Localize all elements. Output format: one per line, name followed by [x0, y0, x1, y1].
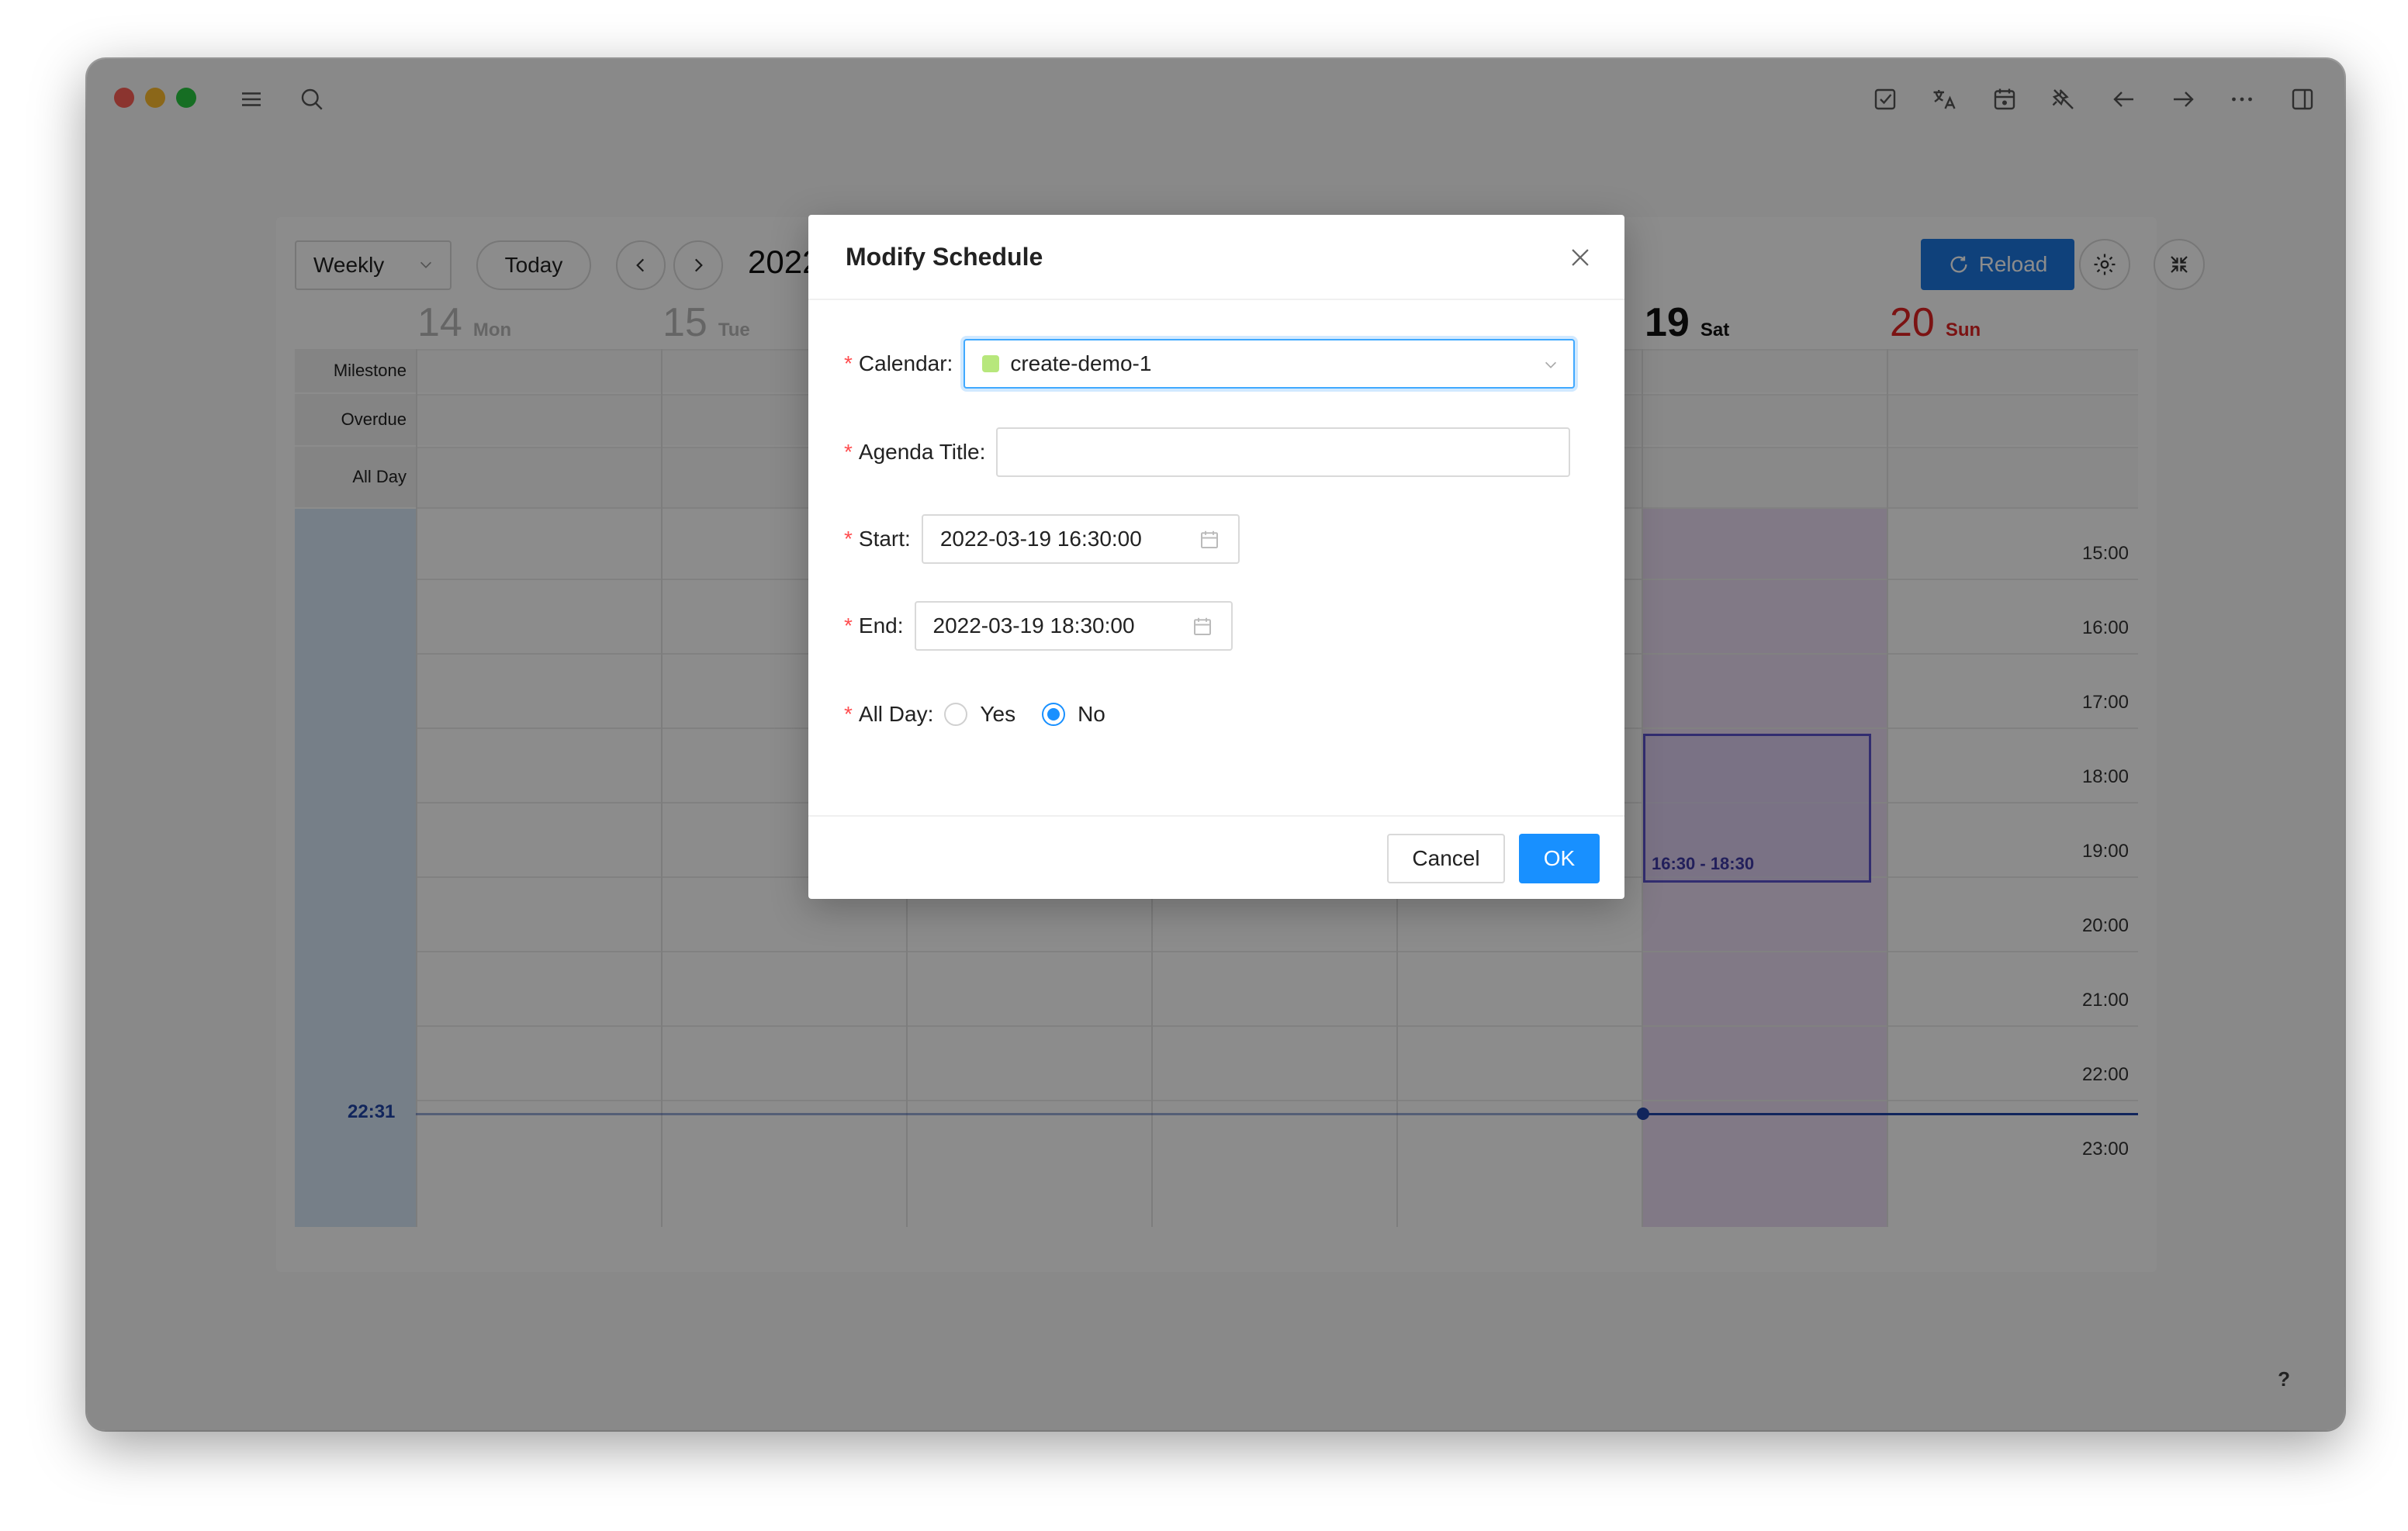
calendar-color-swatch: [982, 355, 1000, 372]
modify-schedule-dialog: Modify Schedule * Calendar: create-demo-…: [808, 215, 1624, 899]
calendar-icon: [1193, 617, 1211, 635]
allday-yes-label[interactable]: Yes: [980, 702, 1015, 727]
allday-label: All Day:: [858, 702, 934, 726]
agenda-title-field: * Agenda Title:: [844, 427, 1571, 477]
end-field: * End: 2022-03-19 18:30:00: [844, 601, 1233, 651]
chevron-down-icon: [1545, 361, 1557, 368]
allday-yes-radio[interactable]: [944, 703, 968, 726]
start-label: Start:: [858, 527, 911, 551]
start-datetime-picker[interactable]: 2022-03-19 16:30:00: [921, 514, 1240, 564]
allday-no-radio[interactable]: [1042, 703, 1066, 726]
required-mark: *: [844, 351, 853, 375]
agenda-title-input[interactable]: [996, 427, 1571, 477]
calendar-icon: [1200, 530, 1218, 548]
end-label: End:: [858, 613, 904, 638]
calendar-field-label: Calendar:: [858, 351, 953, 375]
calendar-field: * Calendar: create-demo-1: [844, 339, 1576, 389]
close-icon[interactable]: [1567, 244, 1593, 271]
calendar-select[interactable]: create-demo-1: [964, 339, 1576, 389]
cancel-button[interactable]: Cancel: [1387, 834, 1505, 883]
dialog-header: Modify Schedule: [808, 215, 1624, 300]
end-datetime-value: 2022-03-19 18:30:00: [932, 613, 1135, 638]
required-mark: *: [844, 527, 853, 551]
dialog-footer: Cancel OK: [808, 815, 1624, 899]
allday-field: * All Day: Yes No: [844, 689, 1132, 739]
dialog-title: Modify Schedule: [846, 242, 1043, 271]
end-datetime-picker[interactable]: 2022-03-19 18:30:00: [914, 601, 1233, 651]
start-datetime-value: 2022-03-19 16:30:00: [939, 527, 1142, 551]
agenda-title-label: Agenda Title:: [858, 440, 986, 464]
help-icon[interactable]: ?: [2278, 1367, 2290, 1391]
allday-no-label[interactable]: No: [1078, 702, 1105, 727]
start-field: * Start: 2022-03-19 16:30:00: [844, 514, 1240, 564]
calendar-select-value: create-demo-1: [1010, 351, 1152, 375]
required-mark: *: [844, 440, 853, 464]
ok-button[interactable]: OK: [1519, 834, 1600, 883]
required-mark: *: [844, 702, 853, 726]
required-mark: *: [844, 613, 853, 638]
